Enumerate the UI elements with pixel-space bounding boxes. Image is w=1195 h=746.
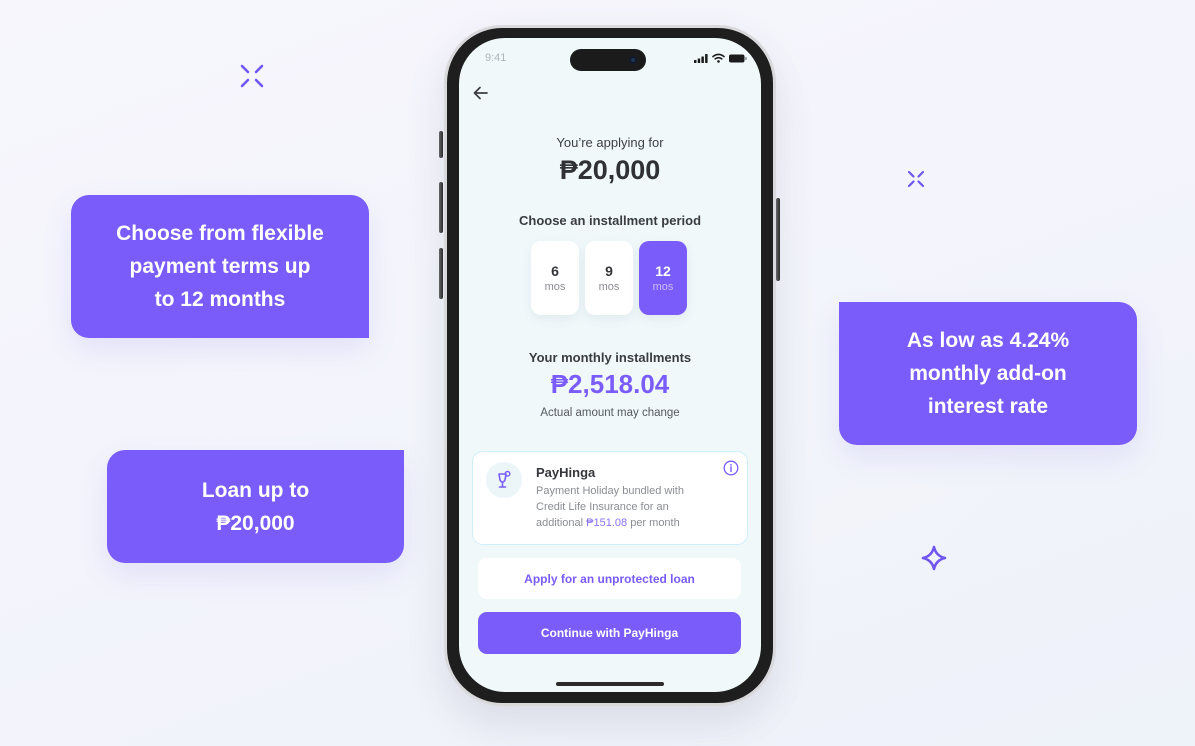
monthly-amount-note: Actual amount may change	[540, 407, 680, 419]
battery-icon	[729, 54, 747, 62]
callout-text: Choose from flexible payment terms up to…	[116, 222, 324, 311]
payhinga-desc-suffix: per month	[627, 517, 680, 529]
period-unit: mos	[598, 280, 620, 293]
payhinga-card[interactable]: PayHinga Payment Holiday bundled with Cr…	[472, 451, 748, 545]
period-value: 9	[605, 262, 613, 279]
period-value: 6	[551, 262, 559, 279]
period-option-9[interactable]: 9 mos	[585, 241, 633, 315]
camera-icon	[629, 56, 637, 64]
callout-text: As low as 4.24% monthly add-on interest …	[906, 329, 1070, 418]
callout-interest-rate: As low as 4.24% monthly add-on interest …	[839, 302, 1137, 445]
glass-icon	[498, 470, 511, 488]
monthly-installments-label: Your monthly installments	[528, 350, 692, 365]
installment-period-selector: 6 mos 9 mos 12 mos	[531, 241, 687, 315]
dynamic-island	[570, 49, 646, 71]
home-indicator[interactable]	[556, 682, 664, 686]
callout-loan-limit: Loan up to ₱20,000	[107, 450, 404, 563]
monthly-installments-amount: ₱2,518.04	[550, 369, 670, 399]
status-icons	[694, 53, 747, 63]
phone-power-button	[776, 198, 780, 281]
period-option-12[interactable]: 12 mos	[639, 241, 687, 315]
callout-flexible-terms: Choose from flexible payment terms up to…	[71, 195, 369, 338]
applying-label: You’re applying for	[556, 135, 664, 150]
phone-screen: 9:41 You’re applying for ₱20,000 Choose …	[459, 38, 761, 692]
payhinga-title: PayHinga	[536, 465, 596, 480]
continue-with-payhinga-button[interactable]: Continue with PayHinga	[478, 612, 741, 654]
signal-icon	[694, 53, 708, 63]
applying-amount: ₱20,000	[559, 155, 661, 185]
phone-mute-switch	[439, 131, 443, 158]
arrow-left-icon[interactable]	[472, 84, 490, 102]
sparkle-x-icon	[240, 64, 264, 88]
info-icon[interactable]	[723, 460, 739, 476]
phone-volume-down-button	[439, 248, 443, 299]
phone-volume-up-button	[439, 182, 443, 233]
payhinga-icon-badge	[486, 462, 522, 498]
payhinga-description: Payment Holiday bundled with Credit Life…	[536, 483, 716, 531]
payhinga-desc-amount: ₱151.08	[586, 517, 628, 529]
period-value: 12	[655, 262, 671, 279]
apply-unprotected-loan-button[interactable]: Apply for an unprotected loan	[478, 558, 741, 599]
period-option-6[interactable]: 6 mos	[531, 241, 579, 315]
sparkle-diamond-icon	[921, 545, 947, 571]
period-unit: mos	[544, 280, 566, 293]
status-time: 9:41	[485, 52, 507, 64]
callout-text: Loan up to ₱20,000	[201, 478, 310, 535]
wifi-icon	[712, 53, 725, 63]
period-unit: mos	[652, 280, 674, 293]
sparkle-x-icon	[907, 170, 925, 188]
installment-period-label: Choose an installment period	[518, 213, 702, 228]
